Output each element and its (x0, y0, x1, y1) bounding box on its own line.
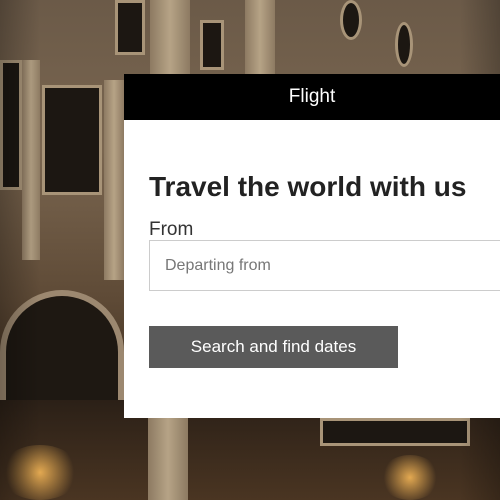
from-label: From (149, 219, 194, 240)
header-title: Flight (288, 86, 336, 107)
search-dates-button[interactable]: Search and find dates (149, 326, 398, 368)
flight-search-card: Flight Travel the world with us From Sea… (124, 74, 500, 418)
departing-from-input[interactable] (149, 240, 500, 291)
page-title: Travel the world with us (149, 171, 467, 202)
card-header: Flight (124, 74, 500, 120)
